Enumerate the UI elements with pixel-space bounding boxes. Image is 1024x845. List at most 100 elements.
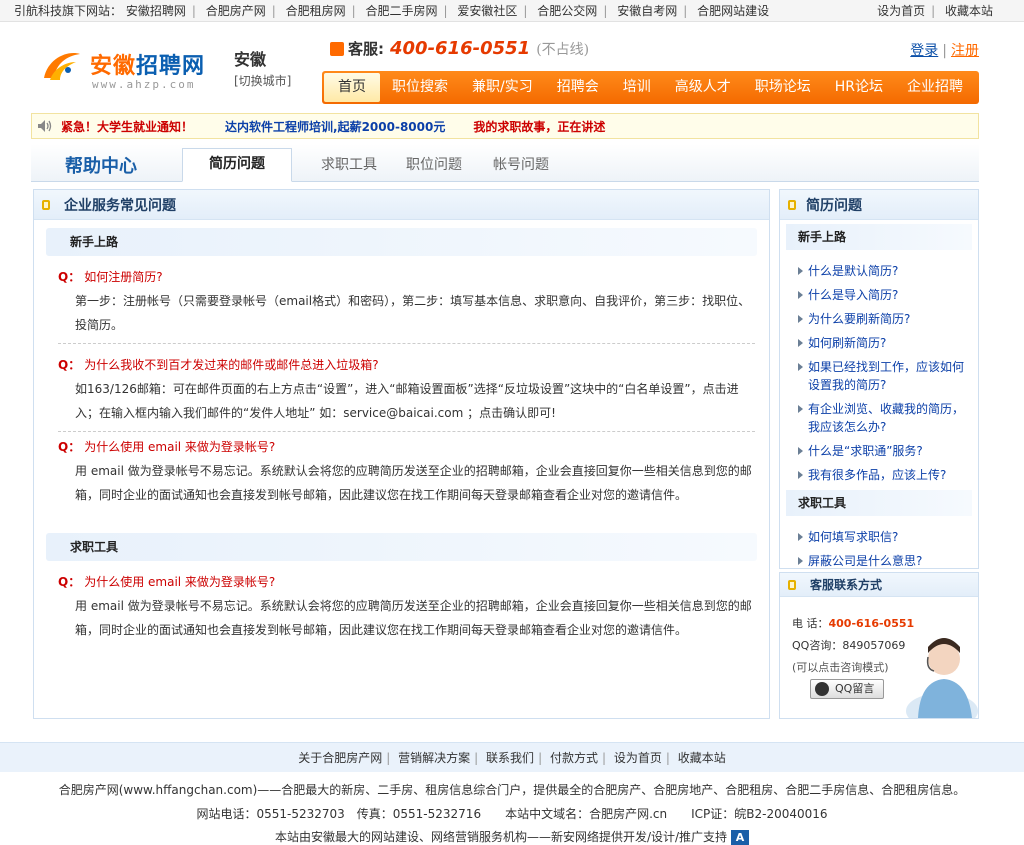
tab-resume[interactable]: 简历问题: [182, 148, 292, 182]
nav-home[interactable]: 首页: [324, 73, 380, 102]
network-link[interactable]: 合肥公交网: [537, 4, 597, 18]
sidebar-item[interactable]: 如何刷新简历?: [796, 334, 970, 352]
notice-bar: 紧急！大学生就业通知！ 达内软件工程师培训,起薪2000-8000元 我的求职故…: [31, 113, 979, 139]
sidebar-item[interactable]: 屏蔽公司是什么意思?: [796, 552, 970, 570]
faq-answer: 用 email 做为登录帐号不易忘记。系统默认会将您的应聘简历发送至企业的招聘邮…: [75, 464, 752, 502]
service-hint: (可以点击咨询模式): [792, 661, 889, 674]
top-bar: 引航科技旗下网站： 安徽招聘网 | 合肥房产网 | 合肥租房网 | 合肥二手房网 | 爱…: [0, 0, 1024, 22]
sidebar-item[interactable]: 为什么要刷新简历?: [796, 310, 970, 328]
footer-link[interactable]: 收藏本站: [678, 751, 726, 765]
sidebar-group-title: 新手上路: [786, 224, 972, 250]
footer-link[interactable]: 关于合肥房产网: [298, 751, 382, 765]
footer-credit: 本站由安徽最大的网站建设、网络营销服务机构——新安网络提供开发/设计/推广支持 A: [0, 828, 1024, 845]
register-link[interactable]: 注册: [951, 43, 979, 59]
nav-job-search[interactable]: 职位搜索: [380, 73, 460, 102]
help-center-title: 帮助中心: [65, 156, 137, 177]
qq-message-button[interactable]: QQ留言: [810, 679, 884, 699]
panel-bullet-icon: [788, 199, 796, 210]
faq-panel-title: 企业服务常见问题: [64, 197, 176, 214]
sidebar-resume-questions: 简历问题 新手上路 什么是默认简历? 什么是导入简历? 为什么要刷新简历? 如何…: [779, 189, 979, 569]
sidebar-header: 简历问题: [780, 190, 978, 220]
sidebar-item[interactable]: 如果已经找到工作，应该如何设置我的简历?: [796, 358, 970, 394]
set-homepage-link[interactable]: 设为首页: [877, 4, 925, 18]
footer-link[interactable]: 付款方式: [550, 751, 598, 765]
hotline-note: (不占线): [536, 41, 590, 58]
network-link[interactable]: 合肥网站建设: [697, 4, 769, 18]
network-link[interactable]: 合肥二手房网: [366, 4, 438, 18]
faq-question[interactable]: Q： 如何注册简历?: [58, 268, 755, 285]
footer-description: 合肥房产网(www.hffangchan.com)——合肥最大的新房、二手房、租…: [58, 783, 966, 797]
network-link[interactable]: 安徽自考网: [617, 4, 677, 18]
nav-senior-talent[interactable]: 高级人才: [663, 73, 743, 102]
sidebar-item[interactable]: 有企业浏览、收藏我的简历，我应该怎么办?: [796, 400, 970, 436]
sidebar-list: 什么是默认简历? 什么是导入简历? 为什么要刷新简历? 如何刷新简历? 如果已经…: [780, 250, 978, 494]
footer-nav: 关于合肥房产网 | 营销解决方案 | 联系我们 | 付款方式 | 设为首页 | 收藏本站: [0, 742, 1024, 772]
sidebar-item[interactable]: 什么是“求职通”服务?: [796, 442, 970, 460]
logo-swoosh-icon: [44, 53, 80, 80]
notice-link[interactable]: 我的求职故事，正在讲述: [473, 118, 605, 135]
faq-answer: 用 email 做为登录帐号不易忘记。系统默认会将您的应聘简历发送至企业的招聘邮…: [75, 599, 752, 637]
hotline: 客服: 400-616-0551 (不占线): [330, 38, 589, 59]
faq-section-title: 新手上路: [46, 228, 757, 256]
nav-career-forum[interactable]: 职场论坛: [743, 73, 823, 102]
notice-link[interactable]: 达内软件工程师培训,起薪2000-8000元: [225, 118, 445, 135]
hotline-label: 客服:: [348, 40, 384, 58]
sidebar-item[interactable]: 我有很多作品，应该上传?: [796, 466, 970, 484]
faq-item: Q： 为什么使用 email 来做为登录帐号? 用 email 做为登录帐号不易忘…: [34, 438, 769, 507]
faq-item: Q： 为什么我收不到百才发过来的邮件或邮件总进入垃圾箱? 如163/126邮箱：可…: [34, 356, 769, 432]
panel-bullet-icon: [42, 199, 50, 210]
help-header: 帮助中心 简历问题 求职工具 职位问题 帐号问题: [31, 144, 979, 182]
logo-url: www.ahzp.com: [92, 78, 196, 91]
qq-penguin-icon: [815, 682, 829, 696]
service-title: 客服联系方式: [810, 578, 883, 592]
service-phone: 电 话：400-616-0551: [792, 617, 915, 630]
network-link[interactable]: 爱安徽社区: [457, 4, 517, 18]
tab-position[interactable]: 职位问题: [406, 154, 462, 174]
nav-job-fair[interactable]: 招聘会: [545, 73, 611, 102]
faq-panel-header: 企业服务常见问题: [34, 190, 769, 220]
network-prefix: 引航科技旗下网站：: [14, 4, 123, 18]
tab-account[interactable]: 帐号问题: [493, 154, 549, 174]
footer-contact: 网站电话：0551-5232703 传真：0551-5232716 本站中文域名…: [196, 807, 828, 821]
notice-link[interactable]: 紧急！大学生就业通知！: [61, 118, 193, 135]
main-nav: 首页 职位搜索 兼职/实习 招聘会 培训 高级人才 职场论坛 HR论坛 企业招聘: [322, 71, 979, 104]
service-qq: QQ咨询：849057069: [792, 639, 906, 652]
switch-city-link[interactable]: [切换城市]: [234, 72, 291, 89]
partner-badge-icon[interactable]: A: [731, 829, 750, 845]
nav-parttime[interactable]: 兼职/实习: [460, 73, 545, 102]
sidebar-list: 如何填写求职信? 屏蔽公司是什么意思?: [780, 516, 978, 580]
faq-question[interactable]: Q： 为什么使用 email 来做为登录帐号?: [58, 573, 755, 590]
sidebar-group-title: 求职工具: [786, 490, 972, 516]
sidebar-item[interactable]: 什么是默认简历?: [796, 262, 970, 280]
top-right-links: 设为首页 | 收藏本站: [877, 4, 993, 18]
nav-enterprise-recruit[interactable]: 企业招聘: [895, 73, 975, 102]
footer-link[interactable]: 联系我们: [486, 751, 534, 765]
sidebar-item[interactable]: 如何填写求职信?: [796, 528, 970, 546]
city-selector: 安徽 [切换城市]: [234, 46, 291, 89]
hotline-number: 400-616-0551: [390, 38, 531, 59]
faq-item: Q： 如何注册简历? 第一步：注册帐号（只需要登录帐号（email格式）和密码），…: [34, 268, 769, 344]
login-link[interactable]: 登录: [910, 43, 938, 59]
speaker-icon: [38, 120, 52, 132]
sidebar-title: 简历问题: [806, 197, 862, 214]
faq-item: Q： 为什么使用 email 来做为登录帐号? 用 email 做为登录帐号不易忘…: [34, 573, 769, 642]
city-name: 安徽: [234, 50, 267, 69]
network-link[interactable]: 安徽招聘网: [126, 4, 186, 18]
auth-links: 登录 | 注册: [910, 43, 979, 59]
customer-service-box: 客服联系方式 电 话：400-616-0551 QQ咨询：849057069 (…: [779, 572, 979, 719]
site-logo[interactable]: 安徽招聘网 www.ahzp.com: [40, 44, 220, 104]
nav-hr-forum[interactable]: HR论坛: [823, 73, 895, 102]
nav-training[interactable]: 培训: [611, 73, 663, 102]
footer-link[interactable]: 设为首页: [614, 751, 662, 765]
sidebar-item[interactable]: 什么是导入简历?: [796, 286, 970, 304]
footer-link[interactable]: 营销解决方案: [398, 751, 470, 765]
faq-panel: 企业服务常见问题 新手上路 Q： 如何注册简历? 第一步：注册帐号（只需要登录帐号…: [33, 189, 770, 719]
service-agent-image: [906, 638, 978, 718]
network-link[interactable]: 合肥租房网: [286, 4, 346, 18]
faq-question[interactable]: Q： 为什么我收不到百才发过来的邮件或邮件总进入垃圾箱?: [58, 356, 755, 373]
bookmark-link[interactable]: 收藏本站: [945, 4, 993, 18]
tab-job-tools[interactable]: 求职工具: [321, 154, 377, 174]
network-link[interactable]: 合肥房产网: [206, 4, 266, 18]
faq-answer: 如163/126邮箱：可在邮件页面的右上方点击“设置”，进入“邮箱设置面板”选择…: [75, 382, 739, 420]
faq-question[interactable]: Q： 为什么使用 email 来做为登录帐号?: [58, 438, 755, 455]
